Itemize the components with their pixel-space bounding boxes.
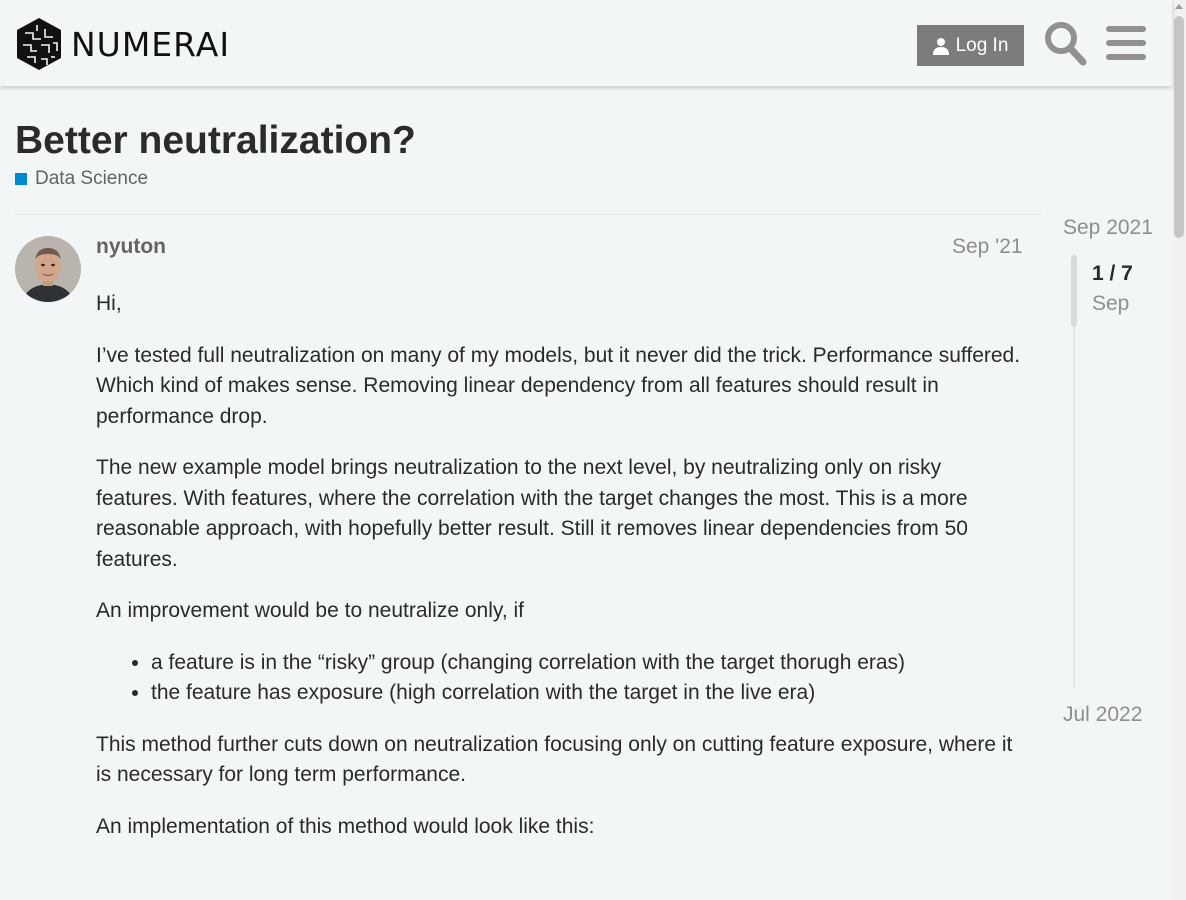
post-paragraph: An implementation of this method would l… (96, 814, 595, 838)
user-icon (932, 37, 949, 55)
scroll-up-arrow-icon[interactable] (1175, 4, 1183, 9)
numerai-logo-icon (17, 18, 61, 70)
user-avatar-image (15, 236, 81, 302)
avatar[interactable] (15, 236, 81, 302)
post-paragraph: The new example model brings neutralizat… (96, 456, 968, 571)
list-item: a feature is in the “risky” group (chang… (151, 648, 1026, 679)
login-button[interactable]: Log In (917, 25, 1024, 66)
topic-title[interactable]: Better neutralization? (15, 118, 416, 164)
timeline-end-date[interactable]: Jul 2022 (1063, 703, 1142, 727)
topic-divider (15, 214, 1042, 215)
site-logo[interactable]: NUMERAI (15, 17, 230, 71)
hamburger-icon (1106, 26, 1146, 60)
category-name: Data Science (35, 168, 149, 189)
logo-text: NUMERAI (71, 24, 231, 64)
menu-button[interactable] (1106, 24, 1146, 62)
timeline-current-month: Sep (1092, 292, 1130, 315)
post-paragraph: This method further cuts down on neutral… (96, 732, 1013, 787)
post-paragraph: I’ve tested full neutralization on many … (96, 341, 1026, 433)
post-body: Hi, I’ve tested full neutralization on m… (96, 289, 1026, 863)
post-author[interactable]: nyuton (96, 235, 166, 259)
search-icon (1045, 22, 1087, 66)
category-color-square (15, 173, 27, 185)
post-greeting: Hi, (96, 292, 122, 315)
post-text-line: I’ve tested full neutralization on many … (96, 343, 1021, 367)
post-bullet-list: a feature is in the “risky” group (chang… (96, 648, 1026, 709)
post-paragraph: An improvement would be to neutralize on… (96, 599, 524, 622)
scrollbar-thumb[interactable] (1174, 16, 1184, 238)
timeline-handle[interactable] (1071, 255, 1077, 327)
timeline-start-date[interactable]: Sep 2021 (1063, 216, 1153, 240)
post-date[interactable]: Sep '21 (952, 235, 1023, 259)
search-button[interactable] (1043, 20, 1087, 66)
timeline-position: 1 / 7 (1092, 262, 1133, 285)
category-badge[interactable]: Data Science (15, 168, 148, 190)
post-text-line: Which kind of makes sense. Removing line… (96, 374, 939, 428)
list-item: the feature has exposure (high correlati… (151, 678, 1026, 709)
site-header: NUMERAI Log In (0, 0, 1172, 86)
login-label: Log In (955, 34, 1009, 56)
